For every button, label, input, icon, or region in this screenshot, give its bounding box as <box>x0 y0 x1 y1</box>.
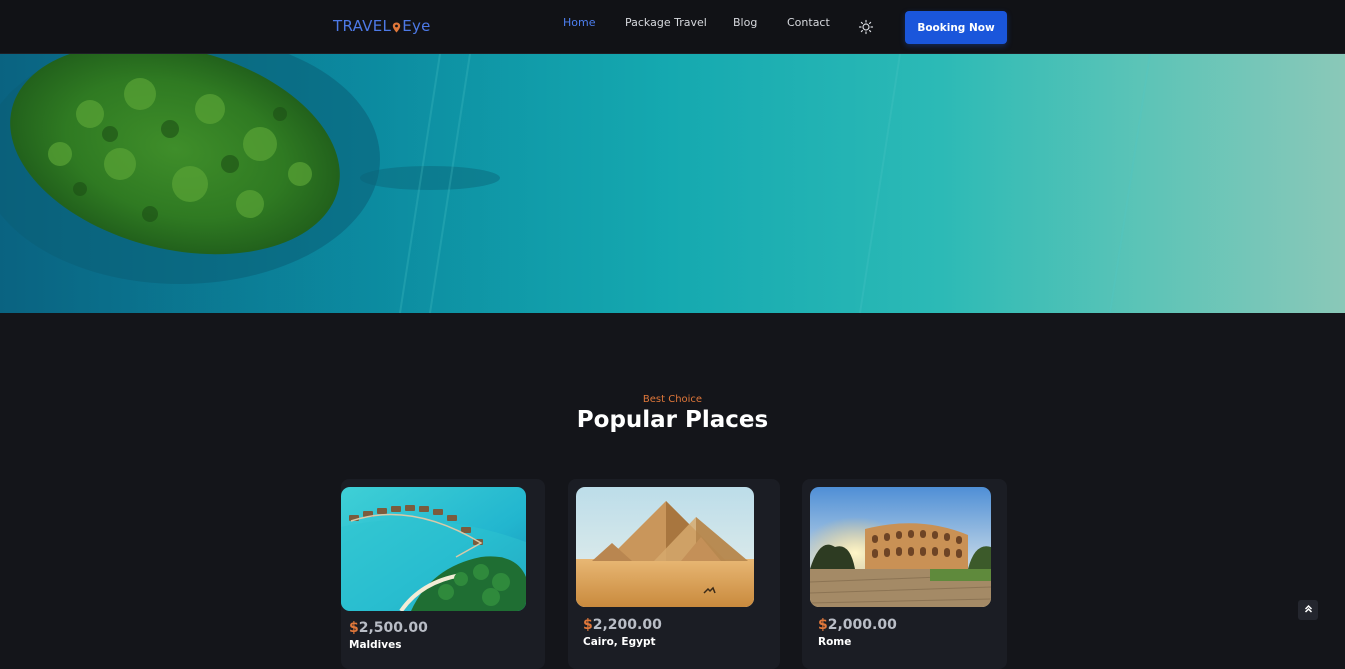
place-name: Cairo, Egypt <box>583 636 656 648</box>
place-card-cairo[interactable]: $2,200.00 Cairo, Egypt <box>568 479 780 669</box>
place-price-value: 2,500.00 <box>358 620 428 636</box>
currency-symbol: $ <box>349 620 359 636</box>
top-navbar: TRAVEL Eye Home Package Travel Blog Cont… <box>0 0 1345 54</box>
section-title: Popular Places <box>576 407 769 433</box>
nav-link-contact[interactable]: Contact <box>787 16 830 29</box>
currency-symbol: $ <box>818 617 828 633</box>
place-price-value: 2,200.00 <box>592 617 662 633</box>
chevron-double-up-icon <box>1304 604 1313 616</box>
nav-link-package-travel[interactable]: Package Travel <box>625 16 707 29</box>
place-price: $2,000.00 <box>818 617 897 633</box>
place-card-maldives[interactable]: $2,500.00 Maldives <box>341 479 545 669</box>
brand-logo[interactable]: TRAVEL Eye <box>333 17 431 35</box>
maldives-image <box>341 487 526 611</box>
nav-link-home[interactable]: Home <box>563 16 595 29</box>
sun-icon[interactable] <box>858 19 874 35</box>
currency-symbol: $ <box>583 617 593 633</box>
hero-island-image <box>0 54 1345 313</box>
place-card-rome[interactable]: $2,000.00 Rome <box>802 479 1007 669</box>
brand-name-part2: Eye <box>402 17 431 35</box>
scroll-to-top-button[interactable] <box>1298 600 1318 620</box>
place-price: $2,200.00 <box>583 617 662 633</box>
place-name: Maldives <box>349 639 402 651</box>
pyramids-image <box>576 487 754 607</box>
place-name: Rome <box>818 636 852 648</box>
location-pin-icon <box>392 19 401 32</box>
brand-name-part1: TRAVEL <box>333 17 392 35</box>
booking-now-button[interactable]: Booking Now <box>905 11 1007 44</box>
section-subtitle: Best Choice <box>642 394 703 405</box>
place-price: $2,500.00 <box>349 620 428 636</box>
hero-banner <box>0 54 1345 313</box>
place-price-value: 2,000.00 <box>827 617 897 633</box>
nav-link-blog[interactable]: Blog <box>733 16 757 29</box>
colosseum-image <box>810 487 991 607</box>
